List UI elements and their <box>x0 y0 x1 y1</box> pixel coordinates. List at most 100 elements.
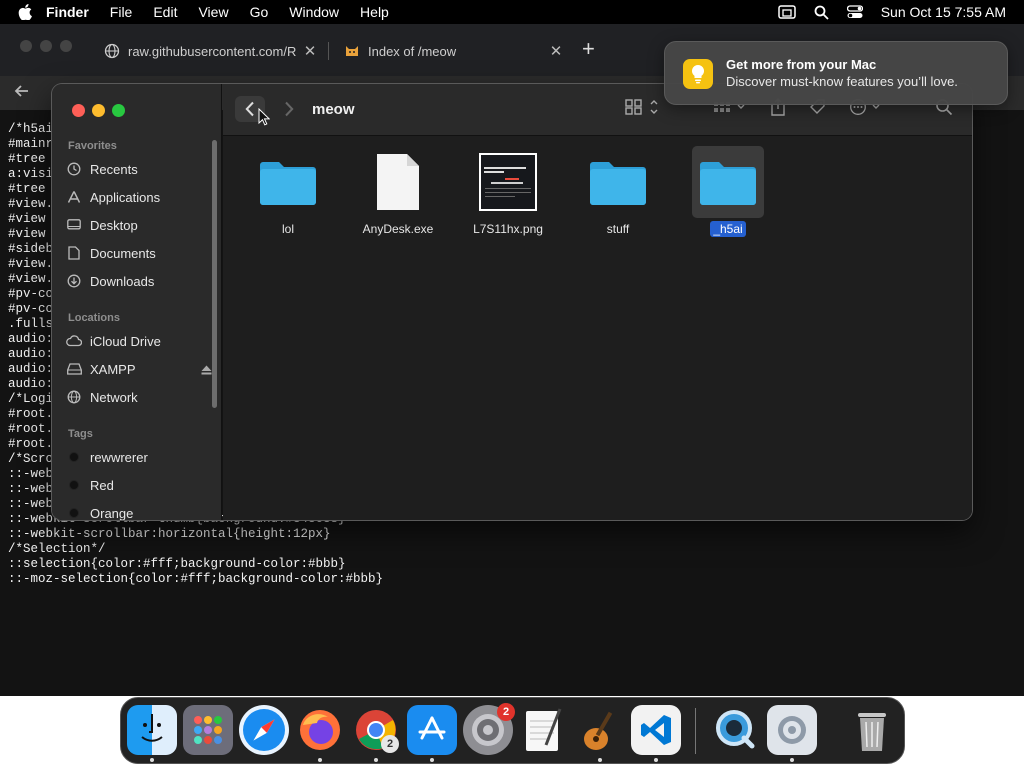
tag-dot-icon <box>69 480 79 490</box>
code-line: ::-moz-selection{color:#fff;background-c… <box>8 572 384 586</box>
browser-back-arrow-icon[interactable] <box>12 81 32 101</box>
code-line: ::-webkit-scrollbar:horizontal{height:12… <box>8 527 331 541</box>
sidebar-item-documents[interactable]: Documents <box>66 240 212 266</box>
sidebar-item-downloads[interactable]: Downloads <box>66 268 212 294</box>
chevron-right-icon <box>285 101 294 117</box>
file-item-l7s11hx[interactable]: L7S11hx.png <box>458 146 558 246</box>
tab-separator <box>328 42 329 60</box>
applications-icon <box>66 189 82 205</box>
running-indicator <box>430 758 434 762</box>
running-indicator <box>318 758 322 762</box>
menu-view[interactable]: View <box>198 4 228 20</box>
dock-system-settings-icon[interactable]: 2 <box>463 703 515 755</box>
dock-trash-icon[interactable] <box>847 705 897 755</box>
desktop-icon <box>66 217 82 233</box>
file-name: stuff <box>606 222 630 236</box>
document-icon <box>66 245 82 261</box>
dock-finder-icon[interactable] <box>127 705 177 755</box>
file-name: _h5ai <box>710 221 746 237</box>
menu-file[interactable]: File <box>110 4 133 20</box>
folder-title: meow <box>312 101 355 118</box>
sidebar-heading-locations: Locations <box>68 312 120 324</box>
dock-vscode-icon[interactable] <box>631 705 681 755</box>
dock-garageband-icon[interactable] <box>575 705 625 755</box>
menubar-clock[interactable]: Sun Oct 15 7:55 AM <box>881 4 1006 20</box>
sidebar-scrollbar[interactable] <box>212 140 217 408</box>
dock-app-store-icon[interactable] <box>407 705 457 755</box>
dock-launchpad-icon[interactable] <box>183 705 233 755</box>
menu-help[interactable]: Help <box>360 4 389 20</box>
mouse-pointer-icon <box>258 108 270 126</box>
file-item-stuff[interactable]: stuff <box>568 146 668 246</box>
cat-favicon-icon <box>346 46 358 56</box>
sidebar-item-label: Desktop <box>90 217 138 233</box>
dock-settings-window-icon[interactable] <box>767 705 817 755</box>
eject-icon[interactable] <box>201 363 212 378</box>
running-indicator <box>150 758 154 762</box>
sidebar-item-desktop[interactable]: Desktop <box>66 212 212 238</box>
running-indicator <box>654 758 658 762</box>
notification-banner[interactable]: Get more from your Mac Discover must-kno… <box>664 41 1008 105</box>
download-circle-icon <box>66 273 82 289</box>
network-globe-icon <box>66 389 82 405</box>
browser-tab-raw-github[interactable]: raw.githubusercontent.com/R ✕ <box>92 34 326 68</box>
folder-icon <box>692 146 764 218</box>
sidebar-heading-tags: Tags <box>68 428 93 440</box>
sidebar-item-label: Orange <box>90 505 134 521</box>
file-item-h5ai-selected[interactable]: _h5ai <box>678 146 778 246</box>
running-indicator <box>598 758 602 762</box>
chevron-left-icon <box>245 101 254 117</box>
menu-bar: Finder File Edit View Go Window Help Sun… <box>0 0 1024 24</box>
spotlight-search-icon[interactable] <box>814 5 829 20</box>
finder-window: Favorites Recents Applications Desktop D… <box>52 84 972 520</box>
menu-window[interactable]: Window <box>289 4 339 20</box>
lightbulb-icon <box>683 59 713 89</box>
file-item-lol[interactable]: lol <box>238 146 338 246</box>
tab-title: Index of /meow <box>368 43 457 59</box>
file-item-anydesk[interactable]: AnyDesk.exe <box>348 146 448 246</box>
menu-app-finder[interactable]: Finder <box>46 4 89 20</box>
globe-icon <box>104 43 120 59</box>
cloud-icon <box>66 333 82 349</box>
window-zoom-button[interactable] <box>112 104 125 117</box>
sidebar-item-label: Red <box>90 477 114 493</box>
new-tab-plus-icon[interactable]: + <box>582 36 595 62</box>
menu-go[interactable]: Go <box>250 4 269 20</box>
apple-logo-icon[interactable] <box>18 4 32 20</box>
running-indicator <box>374 758 378 762</box>
notification-title: Get more from your Mac <box>726 57 877 72</box>
folder-icon <box>586 150 650 214</box>
control-center-icon[interactable] <box>846 5 863 19</box>
dock-safari-icon[interactable] <box>239 705 289 755</box>
icon-view-grid-icon[interactable] <box>625 98 663 116</box>
generic-document-icon <box>366 150 430 214</box>
sidebar-tag-orange[interactable]: Orange <box>66 500 212 520</box>
sidebar-heading-favorites: Favorites <box>68 140 117 152</box>
notification-body: Discover must-know features you’ll love. <box>726 74 958 89</box>
sidebar-item-recents[interactable]: Recents <box>66 156 212 182</box>
notification-badge: 2 <box>497 703 515 721</box>
code-line: ::selection{color:#fff;background-color:… <box>8 557 346 571</box>
sidebar-item-label: rewwrerer <box>90 449 148 465</box>
browser-tab-index-of-meow[interactable]: Index of /meow ✕ <box>332 34 572 68</box>
dock-quicktime-icon[interactable] <box>711 705 761 755</box>
sidebar-item-applications[interactable]: Applications <box>66 184 212 210</box>
sidebar-item-network[interactable]: Network <box>66 384 212 410</box>
finder-sidebar: Favorites Recents Applications Desktop D… <box>52 84 222 520</box>
dock-chrome-icon[interactable]: 2 <box>351 705 401 755</box>
sidebar-item-xampp[interactable]: XAMPP <box>66 356 212 382</box>
menu-edit[interactable]: Edit <box>153 4 177 20</box>
file-name: L7S11hx.png <box>473 222 543 236</box>
window-minimize-button[interactable] <box>92 104 105 117</box>
dock-textedit-icon[interactable] <box>519 705 569 755</box>
file-name: lol <box>281 222 294 236</box>
dock-firefox-icon[interactable] <box>295 705 345 755</box>
sidebar-item-icloud-drive[interactable]: iCloud Drive <box>66 328 212 354</box>
screen-mirroring-icon[interactable] <box>777 5 796 19</box>
close-tab-icon[interactable]: ✕ <box>546 42 566 60</box>
window-close-button[interactable] <box>72 104 85 117</box>
close-tab-icon[interactable]: ✕ <box>300 42 320 60</box>
sidebar-tag-rewwrerer[interactable]: rewwrerer <box>66 444 212 470</box>
sidebar-tag-red[interactable]: Red <box>66 472 212 498</box>
forward-button[interactable] <box>279 96 299 122</box>
